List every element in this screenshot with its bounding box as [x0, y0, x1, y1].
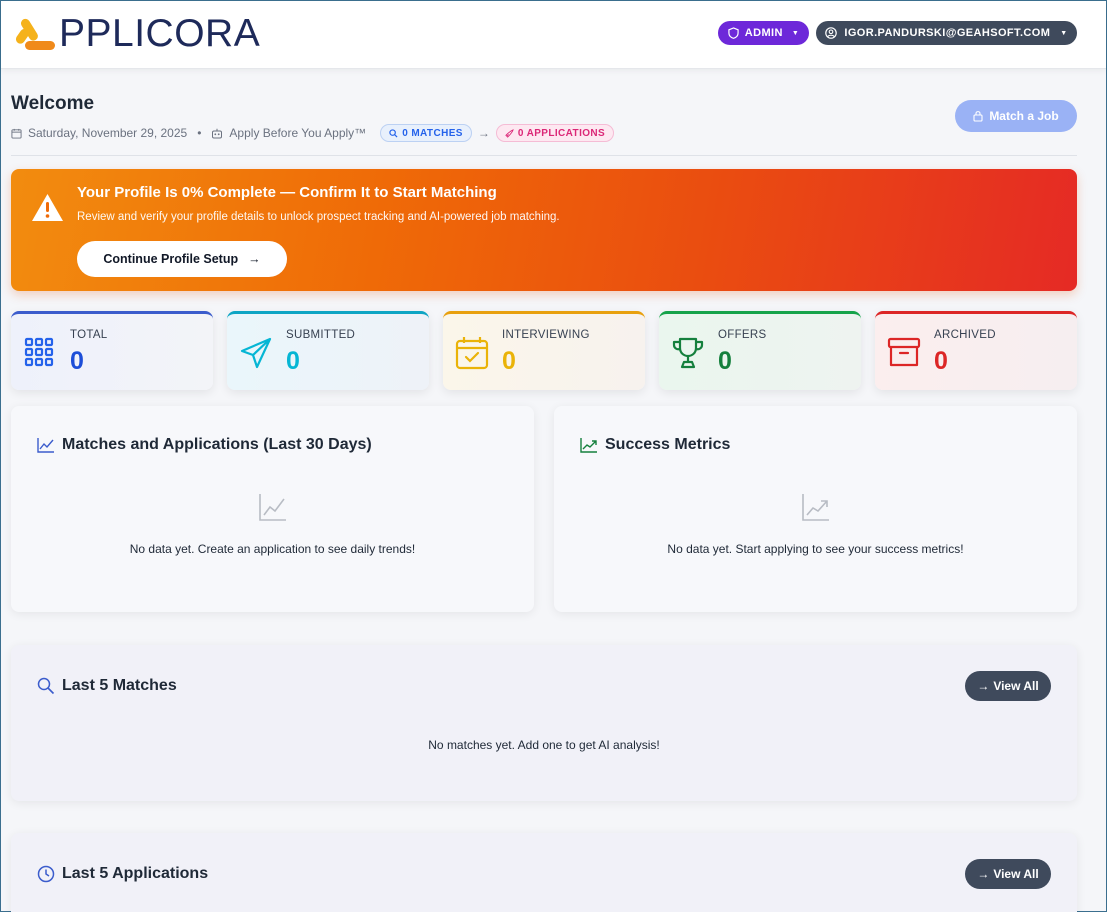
- stat-card-archived[interactable]: ARCHIVED 0: [875, 311, 1077, 390]
- profile-completion-banner: Your Profile Is 0% Complete — Confirm It…: [11, 169, 1077, 291]
- send-icon: [240, 337, 272, 369]
- search-icon: [37, 677, 55, 695]
- logo[interactable]: PPLICORA: [11, 9, 260, 57]
- panel-title: Success Metrics: [580, 436, 730, 454]
- user-menu-dropdown[interactable]: IGOR.PANDURSKI@GEAHSOFT.COM ▼: [816, 21, 1077, 45]
- banner-title: Your Profile Is 0% Complete — Confirm It…: [77, 184, 497, 201]
- grid-icon: [24, 337, 54, 367]
- arrow-right-icon: →: [248, 252, 261, 266]
- stat-value: 0: [718, 347, 732, 375]
- welcome-subline: Saturday, November 29, 2025 • Apply Befo…: [11, 123, 615, 143]
- last-applications-panel: Last 5 Applications → View All: [11, 833, 1077, 912]
- separator-dot: •: [197, 126, 202, 140]
- page-title: Welcome: [11, 93, 95, 114]
- line-chart-icon: [37, 438, 54, 453]
- user-email: IGOR.PANDURSKI@GEAHSOFT.COM: [844, 27, 1051, 39]
- stat-label: OFFERS: [718, 329, 767, 341]
- success-empty-text: No data yet. Start applying to see your …: [667, 542, 964, 556]
- caret-down-icon: ▼: [1060, 29, 1068, 37]
- matches-title: Last 5 Matches: [62, 677, 177, 694]
- logo-text: PPLICORA: [59, 11, 261, 55]
- user-circle-icon: [825, 27, 838, 39]
- panel-title: Matches and Applications (Last 30 Days): [37, 436, 372, 454]
- view-all-label: View All: [993, 679, 1039, 693]
- match-a-job-label: Match a Job: [989, 109, 1059, 123]
- calendar-check-icon: [455, 337, 489, 370]
- success-metrics-panel: Success Metrics No data yet. Start apply…: [554, 406, 1077, 612]
- matches-empty-text: No matches yet. Add one to get AI analys…: [428, 738, 660, 752]
- warning-icon: [32, 194, 63, 221]
- arrow-right-icon: →: [977, 867, 990, 881]
- view-all-label: View All: [993, 867, 1039, 881]
- stat-label: INTERVIEWING: [502, 329, 590, 341]
- arrow-right-icon: →: [477, 126, 490, 140]
- trends-empty-text: No data yet. Create an application to se…: [129, 542, 416, 556]
- continue-profile-setup-button[interactable]: Continue Profile Setup →: [77, 241, 287, 277]
- applications-count-pill[interactable]: 0 APPLICATIONS: [495, 124, 615, 142]
- stat-label: SUBMITTED: [286, 329, 356, 341]
- stat-value: 0: [934, 347, 948, 375]
- robot-icon: [212, 128, 223, 138]
- archive-icon: [887, 337, 921, 367]
- continue-profile-setup-label: Continue Profile Setup: [103, 252, 239, 266]
- stat-card-submitted[interactable]: SUBMITTED 0: [227, 311, 429, 390]
- stat-card-interviewing[interactable]: INTERVIEWING 0: [443, 311, 645, 390]
- current-date: Saturday, November 29, 2025: [28, 126, 188, 140]
- panel-title: Last 5 Applications: [37, 865, 208, 883]
- success-title: Success Metrics: [605, 436, 731, 453]
- rocket-icon: [505, 128, 514, 138]
- trends-title: Matches and Applications (Last 30 Days): [62, 436, 372, 453]
- admin-label: ADMIN: [744, 27, 783, 39]
- caret-down-icon: ▼: [791, 29, 800, 37]
- trending-up-icon: [580, 438, 597, 453]
- trends-chart-panel: Matches and Applications (Last 30 Days) …: [11, 406, 534, 612]
- stat-card-total[interactable]: TOTAL 0: [11, 311, 213, 390]
- stat-value: 0: [286, 347, 300, 375]
- applications-title: Last 5 Applications: [62, 865, 209, 882]
- panel-title: Last 5 Matches: [37, 677, 177, 695]
- calendar-icon: [11, 128, 22, 139]
- lock-icon: [973, 111, 983, 122]
- tagline: Apply Before You Apply™: [229, 126, 367, 140]
- stat-value: 0: [70, 347, 84, 375]
- trending-up-icon: [801, 494, 829, 521]
- stat-card-offers[interactable]: OFFERS 0: [659, 311, 861, 390]
- logo-mark-icon: [15, 18, 55, 50]
- stat-label: TOTAL: [70, 329, 108, 341]
- shield-icon: [728, 27, 739, 39]
- search-icon: [389, 128, 398, 138]
- stat-value: 0: [502, 347, 516, 375]
- view-all-matches-button[interactable]: → View All: [965, 671, 1051, 701]
- admin-role-dropdown[interactable]: ADMIN ▼: [718, 21, 809, 45]
- stat-label: ARCHIVED: [934, 329, 996, 341]
- matches-count-pill[interactable]: 0 MATCHES: [380, 124, 472, 142]
- matches-count: 0 MATCHES: [402, 127, 463, 139]
- view-all-applications-button[interactable]: → View All: [965, 859, 1051, 889]
- trophy-icon: [672, 337, 704, 369]
- line-chart-icon: [258, 494, 286, 521]
- divider: [11, 155, 1077, 156]
- clock-icon: [37, 865, 55, 883]
- banner-text: Review and verify your profile details t…: [77, 211, 560, 223]
- arrow-right-icon: →: [977, 679, 990, 693]
- applications-count: 0 APPLICATIONS: [517, 127, 606, 139]
- match-a-job-button[interactable]: Match a Job: [955, 100, 1077, 132]
- last-matches-panel: Last 5 Matches → View All No matches yet…: [11, 645, 1077, 801]
- top-header: PPLICORA ADMIN ▼ IGOR.PANDURSKI@GEAHSOFT…: [1, 1, 1106, 69]
